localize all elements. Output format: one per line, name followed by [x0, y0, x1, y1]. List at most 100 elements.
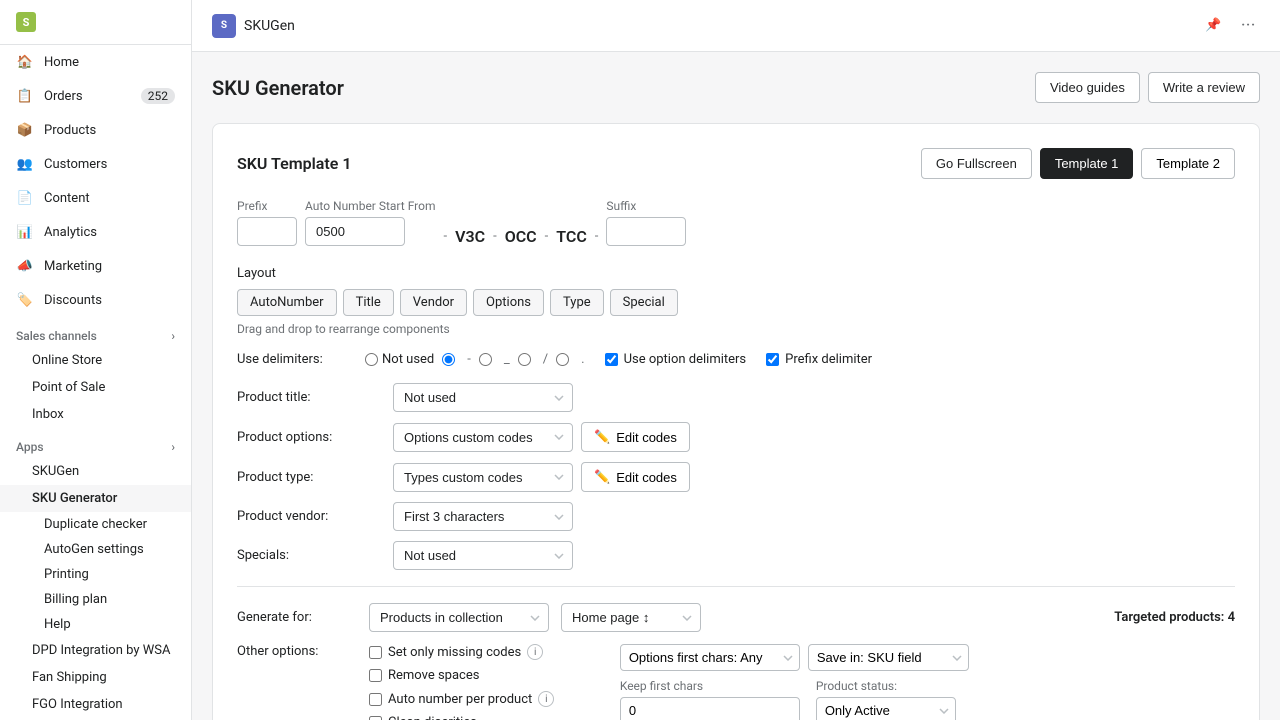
expand-apps-icon[interactable]: › [171, 440, 175, 454]
info-icon-1[interactable]: i [527, 644, 543, 660]
products-icon: 📦 [16, 121, 34, 139]
product-title-select[interactable]: Not used Full title First 3 characters [393, 383, 573, 412]
delimiter-dash[interactable] [442, 353, 459, 366]
delimiter-dot-radio[interactable] [556, 353, 569, 366]
layout-tag-autonumber[interactable]: AutoNumber [237, 289, 337, 316]
clean-diacritics-checkbox[interactable] [369, 716, 382, 720]
clean-diacritics-label[interactable]: Clean diacritics [369, 715, 556, 720]
template-actions: Go Fullscreen Template 1 Template 2 [921, 148, 1235, 179]
drag-hint: Drag and drop to rearrange components [237, 322, 1235, 336]
sidebar-item-inbox[interactable]: Inbox [0, 401, 191, 428]
options-first-chars-select[interactable]: Options first chars: Any Options first c… [620, 644, 800, 671]
delimiter-not-used-radio[interactable] [365, 353, 378, 366]
more-options-icon[interactable]: ··· [1237, 14, 1260, 37]
specials-label: Specials: [237, 548, 377, 563]
auto-number-label: Auto Number Start From [305, 199, 436, 213]
product-status-select[interactable]: Only Active All Draft [816, 697, 956, 720]
sidebar-item-fan-shipping[interactable]: Fan Shipping [0, 664, 191, 691]
pin-icon[interactable]: 📌 [1201, 14, 1225, 37]
expand-sales-icon[interactable]: › [171, 329, 175, 343]
sidebar-nav-products[interactable]: 📦 Products [0, 113, 191, 147]
customers-icon: 👥 [16, 155, 34, 173]
collection-select[interactable]: Home page ↕ All [561, 603, 701, 632]
sidebar-nav-discounts[interactable]: 🏷️ Discounts [0, 283, 191, 317]
sidebar-nav-analytics[interactable]: 📊 Analytics [0, 215, 191, 249]
sidebar-item-point-of-sale[interactable]: Point of Sale [0, 374, 191, 401]
delimiter-slash-option1[interactable] [518, 353, 535, 366]
save-in-select[interactable]: Save in: SKU field Save in: Barcode fiel… [808, 644, 969, 671]
layout-tag-options[interactable]: Options [473, 289, 544, 316]
delimiter-dot[interactable] [556, 353, 573, 366]
layout-tag-type[interactable]: Type [550, 289, 604, 316]
set-only-missing-checkbox[interactable] [369, 646, 382, 659]
remove-spaces-label[interactable]: Remove spaces [369, 668, 556, 683]
delimiter-underscore-radio[interactable] [479, 353, 492, 366]
product-options-select[interactable]: Options custom codes Not used [393, 423, 573, 452]
auto-number-input[interactable] [305, 217, 405, 246]
product-options-control: Options custom codes Not used ✏️ Edit co… [393, 422, 1235, 452]
home-icon: 🏠 [16, 53, 34, 71]
use-option-delimiters-label[interactable]: Use option delimiters [605, 352, 747, 367]
keep-first-chars-group: Keep first chars [620, 679, 800, 720]
delimiter-label: Use delimiters: [237, 352, 357, 367]
sku-part-1: V3C [455, 227, 485, 246]
content-icon: 📄 [16, 189, 34, 207]
delimiter-not-used[interactable]: Not used [365, 352, 434, 367]
suffix-group: Suffix [606, 199, 686, 246]
sidebar-item-billing-plan[interactable]: Billing plan [0, 587, 191, 612]
layout-tag-vendor[interactable]: Vendor [400, 289, 467, 316]
shopify-logo: S [16, 12, 36, 32]
use-option-delimiters-checkbox[interactable] [605, 353, 618, 366]
app-logo-icon: S [212, 14, 236, 38]
generate-for-select[interactable]: Products in collection All products Sele… [369, 603, 549, 632]
product-vendor-select[interactable]: First 3 characters Not used First 5 char… [393, 502, 573, 531]
sidebar-item-duplicate-checker[interactable]: Duplicate checker [0, 512, 191, 537]
sidebar-item-sku-generator[interactable]: SKU Generator [0, 485, 191, 512]
layout-tag-special[interactable]: Special [610, 289, 678, 316]
sidebar-item-dpd[interactable]: DPD Integration by WSA [0, 637, 191, 664]
info-icon-2[interactable]: i [538, 691, 554, 707]
dot-char: . [581, 352, 584, 367]
auto-number-per-product-label[interactable]: Auto number per product i [369, 691, 556, 707]
fullscreen-button[interactable]: Go Fullscreen [921, 148, 1032, 179]
product-type-select[interactable]: Types custom codes Not used Full type [393, 463, 573, 492]
remove-spaces-checkbox[interactable] [369, 669, 382, 682]
delimiter-slash1-radio[interactable] [518, 353, 531, 366]
template2-button[interactable]: Template 2 [1141, 148, 1235, 179]
set-only-missing-label[interactable]: Set only missing codes i [369, 644, 556, 660]
prefix-input[interactable] [237, 217, 297, 246]
checkboxes-col: Set only missing codes i Remove spaces A… [369, 644, 556, 720]
keep-first-chars-input[interactable] [620, 697, 800, 720]
sidebar-item-fgo[interactable]: FGO Integration [0, 691, 191, 718]
sidebar-nav-customers[interactable]: 👥 Customers [0, 147, 191, 181]
sidebar-nav-home[interactable]: 🏠 Home [0, 45, 191, 79]
sidebar-nav-orders[interactable]: 📋 Orders 252 [0, 79, 191, 113]
product-title-label: Product title: [237, 390, 377, 405]
auto-number-group: Auto Number Start From [305, 199, 436, 246]
sidebar-item-printing[interactable]: Printing [0, 562, 191, 587]
sidebar-item-help[interactable]: Help [0, 612, 191, 637]
edit-codes-type-button[interactable]: ✏️ Edit codes [581, 462, 690, 492]
template1-button[interactable]: Template 1 [1040, 148, 1134, 179]
prefix-delimiter-label[interactable]: Prefix delimiter [766, 352, 872, 367]
generate-for-label: Generate for: [237, 610, 357, 625]
template-title: SKU Template 1 [237, 154, 351, 173]
sidebar-item-autogen-settings[interactable]: AutoGen settings [0, 537, 191, 562]
discounts-icon: 🏷️ [16, 291, 34, 309]
write-review-button[interactable]: Write a review [1148, 72, 1260, 103]
sidebar-nav-content[interactable]: 📄 Content [0, 181, 191, 215]
specials-select[interactable]: Not used [393, 541, 573, 570]
sidebar-item-skugen[interactable]: SKUGen [0, 458, 191, 485]
delimiter-dash-radio[interactable] [442, 353, 455, 366]
topbar: S SKUGen 📌 ··· [192, 0, 1280, 52]
layout-tag-title[interactable]: Title [343, 289, 394, 316]
suffix-input[interactable] [606, 217, 686, 246]
prefix-label: Prefix [237, 199, 297, 213]
edit-codes-options-button[interactable]: ✏️ Edit codes [581, 422, 690, 452]
sidebar-nav-marketing[interactable]: 📣 Marketing [0, 249, 191, 283]
delimiter-underscore[interactable] [479, 353, 496, 366]
auto-number-per-product-checkbox[interactable] [369, 693, 382, 706]
sidebar-item-online-store[interactable]: Online Store [0, 347, 191, 374]
prefix-delimiter-checkbox[interactable] [766, 353, 779, 366]
video-guides-button[interactable]: Video guides [1035, 72, 1140, 103]
